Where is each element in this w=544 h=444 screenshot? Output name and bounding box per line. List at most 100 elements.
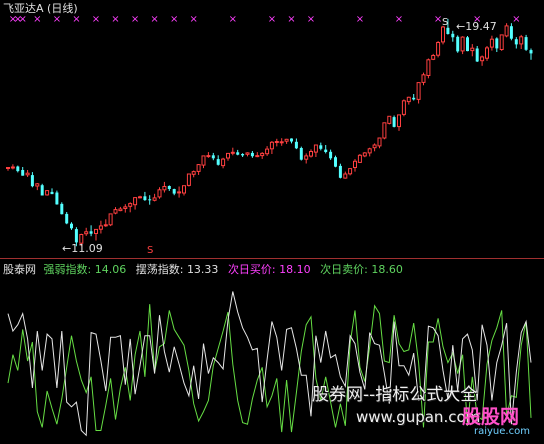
candle-body-up: [401, 100, 406, 115]
candle-body-up: [35, 183, 40, 187]
candle-body-up: [313, 144, 318, 153]
candle: [50, 188, 54, 195]
candle-body-up: [519, 36, 524, 45]
candle: [324, 145, 328, 154]
candle: [294, 138, 298, 150]
candle-body-down: [89, 231, 93, 234]
candle-body-down: [65, 213, 69, 224]
candle-body-down: [451, 33, 455, 38]
candle-body-up: [113, 209, 118, 214]
candle-body-down: [329, 151, 333, 159]
candle-body-down: [514, 39, 518, 45]
candle-body-up: [25, 172, 30, 176]
candle: [466, 36, 469, 52]
candle-body-up: [84, 231, 89, 235]
candle: [329, 149, 333, 160]
candle-body-down: [294, 141, 298, 149]
candle-body-up: [196, 164, 201, 172]
candle: [216, 155, 220, 166]
candle: [269, 141, 274, 154]
candle: [343, 171, 348, 179]
candle: [397, 114, 401, 131]
candle-body-up: [362, 152, 367, 157]
candle: [313, 144, 318, 157]
candle-body-up: [221, 158, 226, 167]
candle: [143, 191, 147, 201]
candle: [392, 115, 396, 128]
candle-body-up: [353, 160, 357, 169]
candle-body-up: [186, 173, 191, 186]
candle-body-down: [475, 48, 479, 62]
candle: [401, 99, 406, 117]
candle: [123, 204, 128, 213]
top-x-marker: ×: [190, 14, 198, 25]
candle: [334, 155, 337, 168]
candle: [436, 41, 441, 58]
candle-body-up: [279, 141, 284, 144]
candle-body-up: [108, 213, 113, 226]
candle: [357, 154, 362, 163]
strength-label: 强弱指数:: [43, 263, 92, 276]
candle: [94, 228, 98, 241]
candle-body-down: [392, 117, 396, 127]
candle-body-up: [343, 173, 348, 179]
candle-body-up: [441, 26, 445, 43]
candle-body-up: [255, 155, 260, 158]
candle: [284, 138, 289, 144]
candle: [524, 34, 528, 51]
candle-body-up: [416, 82, 421, 100]
candle-body-up: [489, 38, 494, 48]
top-x-marker: ×: [268, 14, 276, 25]
candle-body-down: [55, 192, 59, 205]
top-x-marker: ×: [111, 14, 119, 25]
candle: [152, 193, 157, 202]
candle: [499, 34, 504, 51]
candle: [372, 143, 377, 152]
candle: [118, 206, 123, 212]
candle-body-up: [436, 42, 441, 56]
candle: [89, 225, 93, 237]
candle: [260, 152, 265, 159]
candle-body-down: [299, 148, 303, 160]
candle-body-down: [16, 166, 20, 172]
candle: [25, 170, 30, 177]
candle: [182, 185, 186, 196]
candle-body-down: [250, 152, 254, 157]
candle-body-up: [6, 167, 10, 169]
candle-body-up: [201, 155, 206, 166]
candle-body-up: [245, 152, 250, 155]
candle: [299, 146, 303, 161]
candle: [416, 82, 421, 104]
candle: [35, 183, 40, 191]
candle-body-up: [485, 47, 489, 59]
candle: [279, 138, 284, 146]
candle-body-up: [304, 155, 309, 160]
candle-body-up: [421, 74, 426, 83]
candle-body-up: [260, 152, 265, 157]
candle: [245, 152, 250, 157]
candle-body-up: [499, 34, 504, 51]
candle: [475, 46, 479, 62]
candle: [191, 170, 196, 178]
stock-chart-canvas: ××× × × × × × × × × × × × × × × × × × ×: [0, 14, 544, 437]
candle: [274, 138, 279, 147]
top-x-marker: ×: [72, 14, 80, 25]
top-signal-marker: S: [442, 17, 449, 28]
low-price-label: 11.09: [71, 242, 103, 255]
candle: [495, 37, 499, 52]
candle-body-down: [50, 191, 54, 195]
watermark-logo-url: raiyue.com: [474, 426, 530, 437]
candle-body-down: [456, 36, 460, 52]
candle-body-up: [162, 186, 167, 191]
candle-body-down: [21, 170, 25, 176]
candle: [108, 213, 113, 227]
top-x-marker: ×: [356, 14, 364, 25]
candle-body-up: [504, 25, 509, 37]
candle: [519, 34, 524, 49]
candlestick-panel: ××× × × × × × × × × × × × × × × × × × ×: [6, 14, 533, 247]
candle: [40, 183, 44, 196]
candle: [304, 153, 309, 164]
candle-body-down: [216, 159, 220, 165]
candle-body-up: [191, 171, 196, 175]
top-x-marker: ×: [131, 14, 139, 25]
